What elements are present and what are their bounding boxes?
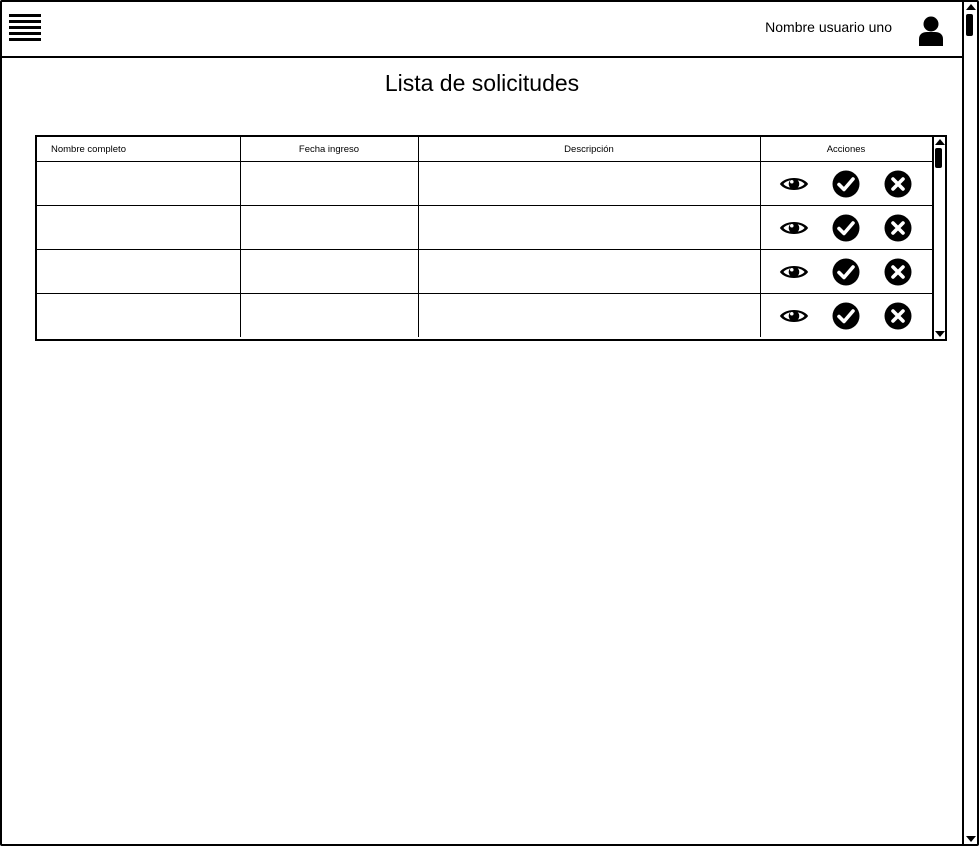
cell-acciones	[759, 205, 933, 250]
close-circle-icon[interactable]	[883, 214, 913, 242]
table-row[interactable]	[37, 293, 933, 337]
table-scrollbar[interactable]	[932, 137, 947, 339]
eye-icon[interactable]	[779, 170, 809, 198]
window-scrollbar[interactable]	[962, 2, 977, 844]
cell-nombre	[37, 293, 241, 337]
app-window: Nombre usuario uno Lista de solicitudes …	[0, 0, 979, 846]
cell-fecha	[239, 249, 419, 294]
cell-acciones	[759, 293, 933, 337]
scroll-up-icon[interactable]	[935, 139, 945, 145]
cell-fecha	[239, 293, 419, 337]
check-circle-icon[interactable]	[831, 170, 861, 198]
table-row[interactable]	[37, 161, 933, 206]
cell-descripcion	[417, 293, 761, 337]
column-header-descripcion[interactable]: Descripción	[417, 137, 761, 162]
column-header-acciones: Acciones	[759, 137, 933, 162]
cell-fecha	[239, 161, 419, 206]
cell-acciones	[759, 249, 933, 294]
username-label: Nombre usuario uno	[765, 19, 892, 35]
check-circle-icon[interactable]	[831, 302, 861, 330]
scroll-down-icon[interactable]	[966, 836, 976, 842]
cell-acciones	[759, 161, 933, 206]
column-header-nombre[interactable]: Nombre completo	[37, 137, 241, 162]
scroll-thumb[interactable]	[966, 14, 973, 36]
column-header-fecha[interactable]: Fecha ingreso	[239, 137, 419, 162]
page-title: Lista de solicitudes	[384, 70, 580, 96]
eye-icon[interactable]	[779, 214, 809, 242]
requests-table: Nombre completo Fecha ingreso Descripció…	[35, 135, 947, 341]
cell-nombre	[37, 205, 241, 250]
cell-fecha	[239, 205, 419, 250]
scroll-up-icon[interactable]	[966, 4, 976, 10]
check-circle-icon[interactable]	[831, 214, 861, 242]
close-circle-icon[interactable]	[883, 302, 913, 330]
eye-icon[interactable]	[779, 258, 809, 286]
cell-nombre	[37, 161, 241, 206]
scroll-thumb[interactable]	[935, 148, 942, 168]
cell-descripcion	[417, 249, 761, 294]
top-bar: Nombre usuario uno	[2, 2, 962, 58]
cell-descripcion	[417, 205, 761, 250]
check-circle-icon[interactable]	[831, 258, 861, 286]
hamburger-menu-icon[interactable]	[9, 14, 41, 44]
table-row[interactable]	[37, 205, 933, 250]
eye-icon[interactable]	[779, 302, 809, 330]
user-icon[interactable]	[917, 15, 945, 47]
close-circle-icon[interactable]	[883, 258, 913, 286]
cell-descripcion	[417, 161, 761, 206]
table-row[interactable]	[37, 249, 933, 294]
close-circle-icon[interactable]	[883, 170, 913, 198]
scroll-down-icon[interactable]	[935, 331, 945, 337]
cell-nombre	[37, 249, 241, 294]
